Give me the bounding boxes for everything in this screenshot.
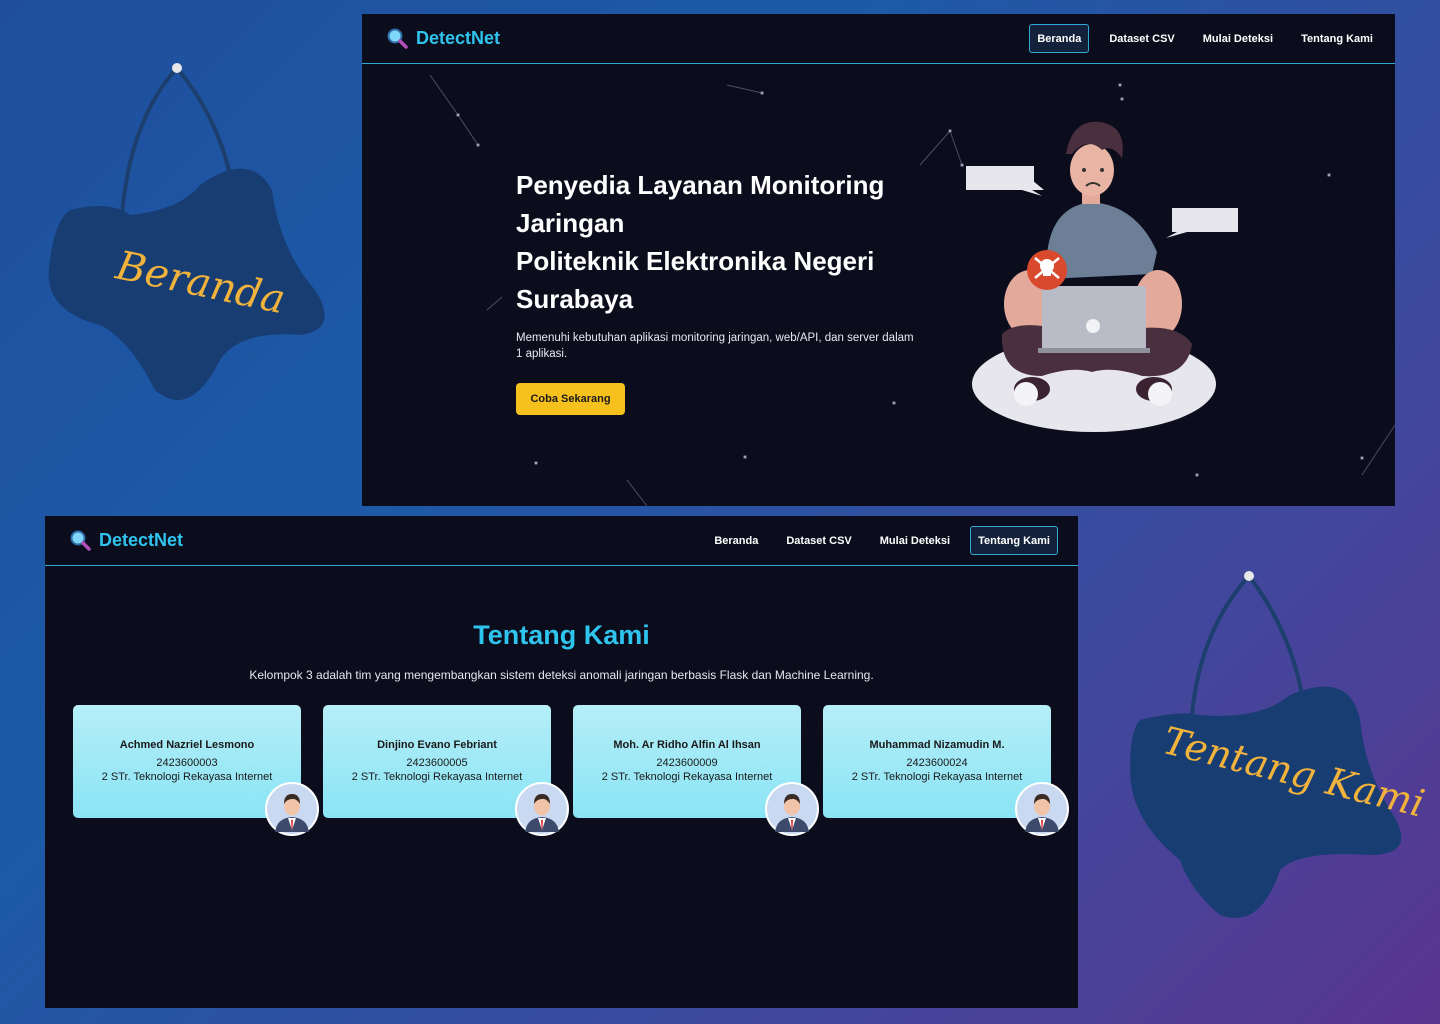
hero-title-line-1: Penyedia Layanan Monitoring: [516, 170, 885, 200]
nav-mulai-deteksi[interactable]: Mulai Deteksi: [872, 526, 958, 555]
member-nim: 2423600005: [406, 757, 468, 769]
member-nim: 2423600009: [656, 757, 718, 769]
member-name: Dinjino Evano Febriant: [377, 739, 497, 751]
user-avatar-icon: [515, 782, 569, 836]
brand[interactable]: DetectNet: [386, 27, 500, 49]
tag-beranda-shape: [48, 63, 325, 400]
user-avatar-icon: [1015, 782, 1069, 836]
member-name: Moh. Ar Ridho Alfin Al Ihsan: [613, 739, 761, 751]
nav-beranda[interactable]: Beranda: [1029, 24, 1090, 53]
nav-tentang-kami[interactable]: Tentang Kami: [1293, 24, 1381, 53]
nav-beranda[interactable]: Beranda: [706, 526, 766, 555]
hero-title-line-4: Surabaya: [516, 284, 634, 314]
member-card: Muhammad Nizamudin M. 2423600024 2 STr. …: [823, 705, 1069, 836]
nav-mulai-deteksi[interactable]: Mulai Deteksi: [1195, 24, 1281, 53]
nav-dataset-csv[interactable]: Dataset CSV: [778, 526, 859, 555]
nav-menu: Beranda Dataset CSV Mulai Deteksi Tentan…: [1029, 24, 1381, 53]
member-nim: 2423600024: [906, 757, 968, 769]
coba-sekarang-button[interactable]: Coba Sekarang: [516, 383, 625, 415]
magnifier-icon: [70, 530, 91, 551]
nav-dataset-csv[interactable]: Dataset CSV: [1101, 24, 1182, 53]
about-description: Kelompok 3 adalah tim yang mengembangkan…: [249, 668, 874, 682]
user-avatar-icon: [765, 782, 819, 836]
user-avatar-icon: [265, 782, 319, 836]
tag-tentang-kami: Tentang Kami: [1120, 570, 1429, 930]
navbar-about: DetectNet Beranda Dataset CSV Mulai Dete…: [45, 516, 1078, 566]
member-card: Achmed Nazriel Lesmono 2423600003 2 STr.…: [73, 705, 319, 836]
navbar: DetectNet Beranda Dataset CSV Mulai Dete…: [362, 14, 1395, 64]
beranda-page-window: DetectNet Beranda Dataset CSV Mulai Dete…: [362, 14, 1395, 506]
about-title: Tentang Kami: [473, 620, 650, 650]
nav-tentang-kami[interactable]: Tentang Kami: [970, 526, 1058, 555]
hero-title: Penyedia Layanan Monitoring Jaringan Pol…: [516, 166, 916, 318]
worried-user-laptop-illustration: [966, 121, 1238, 432]
magnifier-icon: [387, 28, 408, 49]
tag-beranda: Beranda: [40, 60, 340, 420]
hero-subtitle: Memenuhi kebutuhan aplikasi monitoring j…: [516, 332, 914, 360]
member-name: Muhammad Nizamudin M.: [869, 739, 1005, 751]
hero-title-line-2: Jaringan: [516, 208, 625, 238]
hero-title-line-3: Politeknik Elektronika Negeri: [516, 246, 875, 276]
brand-name: DetectNet: [416, 27, 501, 48]
brand-about[interactable]: DetectNet: [69, 529, 183, 551]
brand-name: DetectNet: [99, 529, 184, 550]
tentang-kami-page-window: DetectNet Beranda Dataset CSV Mulai Dete…: [45, 516, 1078, 1008]
member-nim: 2423600003: [156, 757, 218, 769]
member-card: Moh. Ar Ridho Alfin Al Ihsan 2423600009 …: [573, 705, 819, 836]
member-card: Dinjino Evano Febriant 2423600005 2 STr.…: [323, 705, 569, 836]
member-name: Achmed Nazriel Lesmono: [119, 739, 255, 751]
nav-menu-about: Beranda Dataset CSV Mulai Deteksi Tentan…: [706, 526, 1058, 555]
